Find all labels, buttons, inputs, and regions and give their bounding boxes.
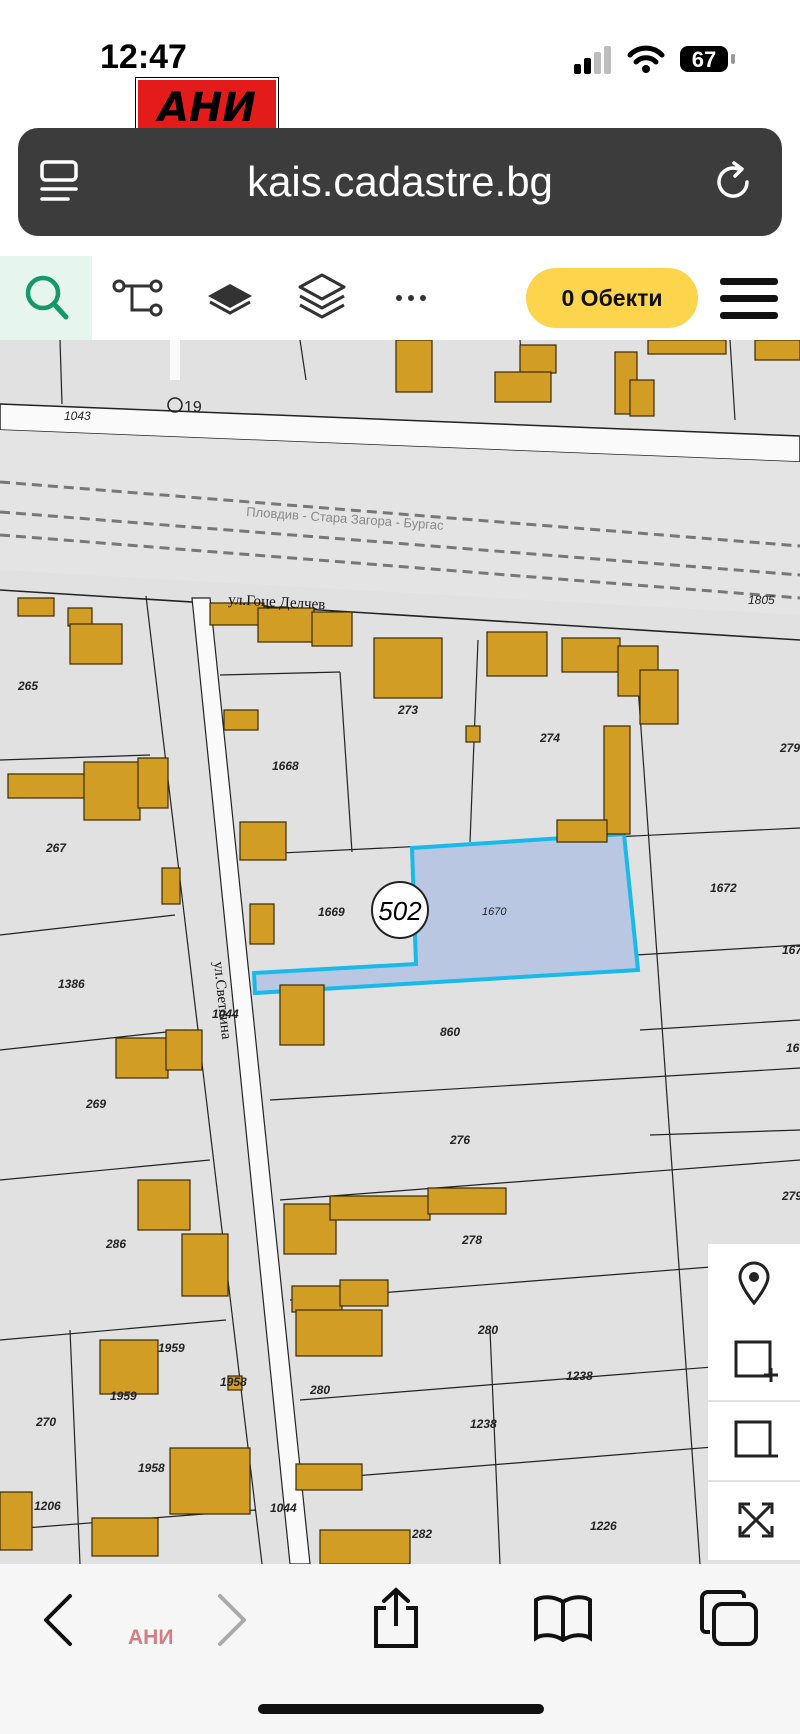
parcel-label: 274 <box>539 731 560 745</box>
parcel-label: 279 <box>781 1189 800 1203</box>
menu-icon[interactable] <box>718 276 780 322</box>
locate-button[interactable] <box>708 1244 800 1323</box>
status-time: 12:47 <box>100 38 187 76</box>
add-area-button[interactable] <box>708 1322 800 1401</box>
parcel-label: 279 <box>779 741 800 755</box>
remove-area-button[interactable] <box>708 1402 800 1481</box>
layer-icon[interactable] <box>204 278 256 318</box>
parcel-label: 1206 <box>34 1499 61 1513</box>
parcel-label: 280 <box>477 1323 498 1337</box>
parcel-label: 1958 <box>138 1461 165 1475</box>
share-icon[interactable] <box>370 1586 422 1650</box>
parcel-label: 1226 <box>590 1519 617 1533</box>
parcel-label: 1043 <box>64 409 91 423</box>
more-icon[interactable] <box>394 292 430 304</box>
parcel-label: 282 <box>411 1527 432 1541</box>
parcel-label: 1668 <box>272 759 299 773</box>
parcel-label: 1238 <box>470 1417 497 1431</box>
parcel-label: 270 <box>35 1415 56 1429</box>
parcel-label: 860 <box>440 1025 460 1039</box>
cadastre-map[interactable]: 502 265 267 1386 269 286 270 1206 1959 1… <box>0 340 800 1564</box>
map-toolbar: 0 Обекти <box>0 256 800 341</box>
parcel-label: 1805 <box>748 593 775 607</box>
parcel-label: 267 <box>45 841 67 855</box>
forward-icon[interactable] <box>214 1592 250 1648</box>
fullscreen-button[interactable] <box>708 1482 800 1560</box>
cellular-signal-icon <box>574 46 611 74</box>
parcel-label: 1959 <box>110 1389 137 1403</box>
parcel-label: 1238 <box>566 1369 593 1383</box>
tabs-icon[interactable] <box>700 1590 760 1648</box>
back-icon[interactable] <box>40 1592 76 1648</box>
parcel-label: 1044 <box>270 1501 297 1515</box>
parcel-label: 286 <box>105 1237 126 1251</box>
wifi-icon <box>627 45 665 73</box>
select-area-add-icon <box>734 1340 778 1382</box>
parcel-label: 1670 <box>482 906 507 918</box>
bookmarks-icon[interactable] <box>532 1594 594 1642</box>
select-area-remove-icon <box>734 1420 778 1458</box>
battery-tip <box>731 54 735 64</box>
point-label: 19 <box>184 399 202 416</box>
parcel-label: 280 <box>309 1383 330 1397</box>
parcel-label: 1669 <box>318 905 345 919</box>
parcel-label: 269 <box>85 1097 106 1111</box>
parcel-marker-label: 502 <box>378 896 422 926</box>
reload-icon[interactable] <box>712 160 756 204</box>
objects-button[interactable]: 0 Обекти <box>526 268 698 328</box>
parcel-label: 1386 <box>58 977 85 991</box>
battery-icon: 67 <box>680 46 728 72</box>
parcel-label: 278 <box>461 1233 482 1247</box>
search-button[interactable] <box>0 256 92 340</box>
parcel-label: 1959 <box>158 1341 185 1355</box>
parcel-label: 1672 <box>710 881 737 895</box>
layers-icon[interactable] <box>294 270 350 322</box>
map-canvas[interactable]: 502 265 267 1386 269 286 270 1206 1959 1… <box>0 340 800 1564</box>
search-icon <box>25 275 69 320</box>
parcel-label: 167 <box>782 943 800 957</box>
home-indicator <box>258 1704 544 1714</box>
watermark-text: АНИ <box>128 1626 174 1649</box>
parcel-label: 273 <box>397 703 418 717</box>
parcel-label: 265 <box>17 679 38 693</box>
parcel-label: 276 <box>449 1133 470 1147</box>
expand-icon <box>738 1502 774 1538</box>
location-pin-icon <box>738 1261 770 1306</box>
url-text[interactable]: kais.cadastre.bg <box>18 128 782 236</box>
parcel-label: 16 <box>786 1041 800 1055</box>
parcel-label: 1958 <box>220 1375 247 1389</box>
status-bar: 12:47 67 <box>0 0 800 120</box>
route-icon[interactable] <box>112 278 164 318</box>
address-bar[interactable]: kais.cadastre.bg <box>18 128 782 236</box>
